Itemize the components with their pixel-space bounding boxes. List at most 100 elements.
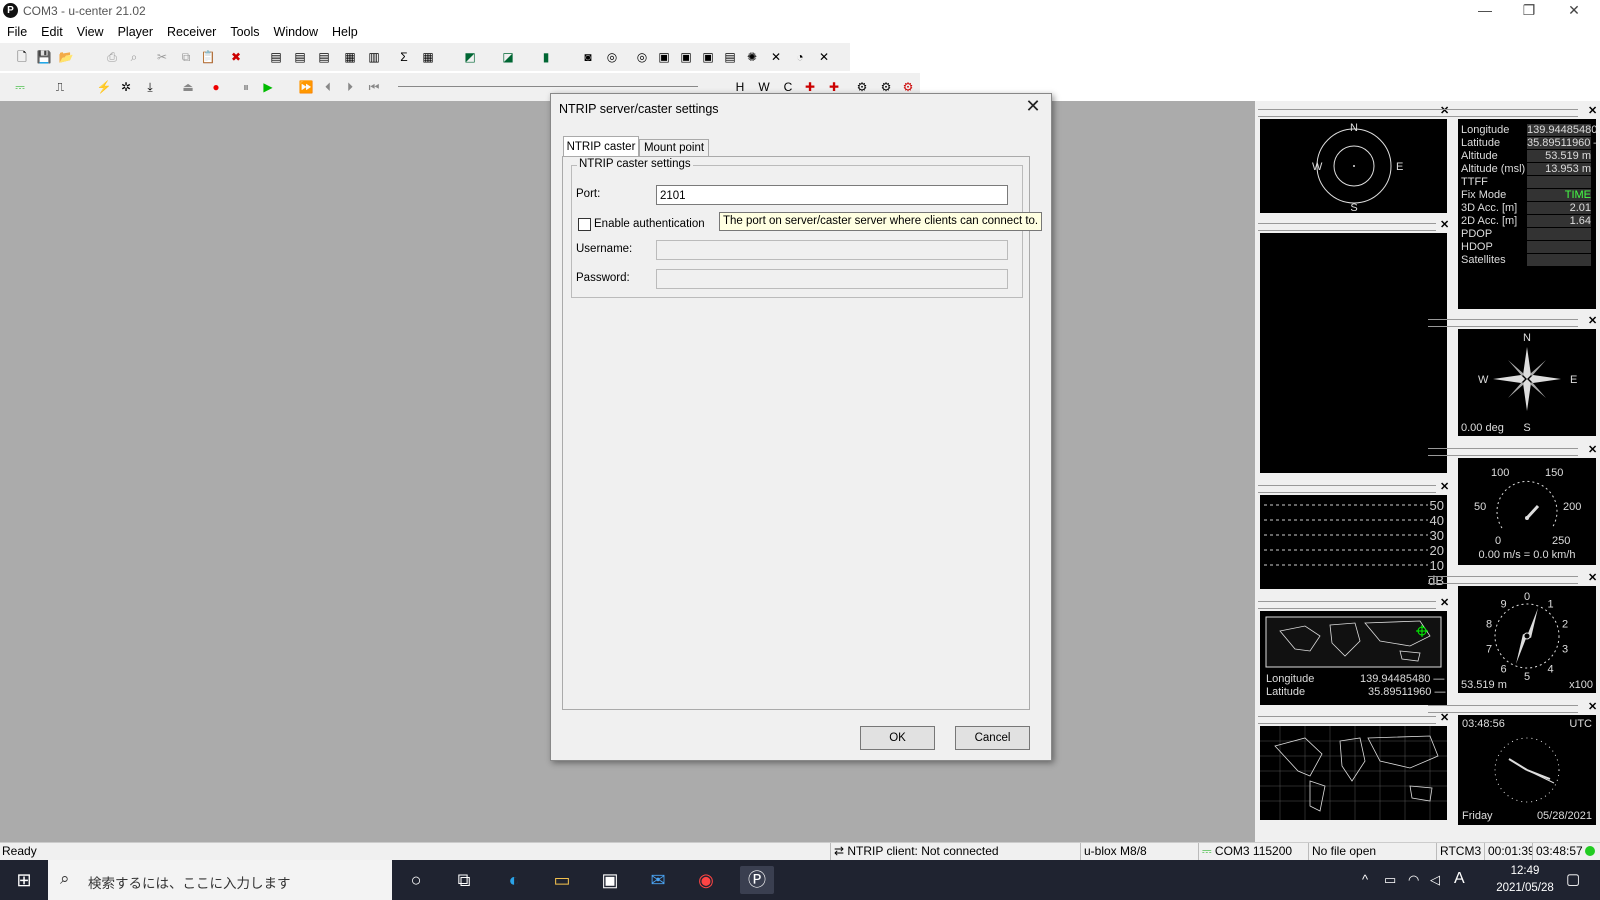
volume-icon[interactable]: ◁ [1430, 872, 1440, 888]
port-input[interactable]: 2101 [656, 185, 1008, 205]
wand-icon[interactable]: ⚡ [96, 79, 112, 95]
record-icon[interactable]: ● [208, 79, 224, 95]
paste-icon[interactable]: 📋 [200, 49, 216, 65]
menu-receiver[interactable]: Receiver [160, 22, 223, 42]
step-forward-icon[interactable]: ⏵ [342, 79, 358, 95]
playback-slider[interactable] [398, 86, 698, 87]
view8-icon[interactable]: ✺ [744, 49, 760, 65]
panel-icon[interactable]: ▦ [342, 49, 358, 65]
chart2-icon[interactable]: ◪ [500, 49, 516, 65]
password-input[interactable] [656, 269, 1008, 289]
tab-ntrip-caster[interactable]: NTRIP caster [563, 136, 639, 157]
battery-icon[interactable]: ▭ [1384, 872, 1396, 888]
ime-indicator[interactable]: A [1454, 870, 1465, 888]
baud-icon[interactable]: ⎍ [52, 79, 68, 95]
close-window-button[interactable]: ✕ [1552, 0, 1596, 22]
view-grip[interactable] [1258, 485, 1436, 493]
task-view-icon[interactable]: ⧉ [450, 866, 478, 894]
table-icon[interactable]: ▦ [420, 49, 436, 65]
menu-view[interactable]: View [70, 22, 111, 42]
view-grip[interactable] [1258, 716, 1436, 724]
edge-icon[interactable]: ◐ [500, 866, 528, 894]
view6-icon[interactable]: ▣ [700, 49, 716, 65]
taskbar-search-box[interactable]: ⌕ 検索するには、ここに入力します [48, 860, 392, 900]
play-icon[interactable]: ▶ [260, 79, 276, 95]
view-grip[interactable] [1428, 705, 1578, 713]
view3-icon[interactable]: ◎ [634, 49, 650, 65]
connect-icon[interactable]: ⎓ [12, 79, 28, 95]
download-icon[interactable]: ⤓ [142, 79, 158, 95]
cancel-button[interactable]: Cancel [955, 726, 1030, 750]
clear-icon[interactable]: ✖ [228, 49, 244, 65]
menu-player[interactable]: Player [111, 22, 160, 42]
taskbar-date[interactable]: 2021/05/28 [1482, 882, 1568, 894]
u-center-taskbar-icon[interactable]: Ⓟ [740, 866, 774, 894]
histogram-icon[interactable]: ▮ [538, 49, 554, 65]
view-grip[interactable] [1428, 576, 1578, 584]
mail-icon[interactable]: ✉ [644, 866, 672, 894]
panel2-icon[interactable]: ▥ [366, 49, 382, 65]
open-icon[interactable]: 📂 [58, 49, 74, 65]
doc2-icon[interactable]: ▤ [292, 49, 308, 65]
chrome-icon[interactable]: ◉ [692, 866, 720, 894]
doc-icon[interactable]: ▤ [268, 49, 284, 65]
print-icon[interactable]: ⎙ [104, 49, 120, 65]
tab-mount-point[interactable]: Mount point [639, 139, 709, 157]
close-view-icon[interactable]: ✕ [1588, 571, 1597, 584]
minimize-button[interactable]: — [1463, 0, 1507, 22]
close-view-icon[interactable]: ✕ [1588, 700, 1597, 713]
menu-file[interactable]: File [0, 22, 34, 42]
close-view-icon[interactable]: ✕ [1440, 218, 1449, 231]
fast-forward-icon[interactable]: ⏩ [298, 79, 314, 95]
step-back-icon[interactable]: ⏴ [320, 79, 336, 95]
view7-icon[interactable]: ▤ [722, 49, 738, 65]
menu-edit[interactable]: Edit [34, 22, 70, 42]
view-grip[interactable] [1258, 223, 1436, 231]
username-input[interactable] [656, 240, 1008, 260]
rewind-icon[interactable]: ⏮ [366, 79, 382, 95]
view-grip[interactable] [1428, 109, 1578, 117]
file-explorer-icon[interactable]: ▭ [548, 866, 576, 894]
new-file-icon[interactable]: 🗋 [14, 49, 30, 65]
close-view-icon[interactable]: ✕ [1588, 104, 1597, 117]
eject-icon[interactable]: ⏏ [180, 79, 196, 95]
menu-window[interactable]: Window [267, 22, 325, 42]
view1-icon[interactable]: ◙ [580, 49, 596, 65]
menu-help[interactable]: Help [325, 22, 365, 42]
view2-icon[interactable]: ◎ [604, 49, 620, 65]
enable-auth-checkbox[interactable] [578, 218, 591, 231]
doc3-icon[interactable]: ▤ [316, 49, 332, 65]
chart-icon[interactable]: ◩ [462, 49, 478, 65]
close-view-icon[interactable]: ✕ [1440, 480, 1449, 493]
view-grip[interactable] [1428, 319, 1578, 327]
view-grip[interactable] [1258, 109, 1436, 117]
sum-icon[interactable]: Σ [396, 49, 412, 65]
pause-icon[interactable]: ⏸ [238, 79, 254, 95]
start-icon[interactable]: ⊞ [10, 866, 38, 894]
close-view-icon[interactable]: ✕ [1440, 596, 1449, 609]
view5-icon[interactable]: ▣ [678, 49, 694, 65]
notification-icon[interactable]: ▢ [1566, 870, 1580, 888]
cortana-icon[interactable]: ○ [402, 866, 430, 894]
ok-button[interactable]: OK [860, 726, 935, 750]
view-grip[interactable] [1428, 448, 1578, 456]
store-icon[interactable]: ▣ [596, 866, 624, 894]
restore-button[interactable]: ❐ [1507, 0, 1551, 22]
dialog-close-icon[interactable]: ✕ [1021, 96, 1045, 117]
network-icon[interactable]: ◠ [1408, 872, 1419, 888]
view9-icon[interactable]: ✕ [768, 49, 784, 65]
save-icon[interactable]: 💾 [36, 49, 52, 65]
debug-icon[interactable]: ✲ [118, 79, 134, 95]
print-preview-icon[interactable]: ⌕ [126, 49, 142, 65]
view-grip[interactable] [1258, 601, 1436, 609]
close-view-icon[interactable]: ✕ [1588, 314, 1597, 327]
close-view-icon[interactable]: ✕ [1588, 443, 1597, 456]
tray-chevron-icon[interactable]: ^ [1362, 872, 1368, 887]
cut-icon[interactable]: ✂ [154, 49, 170, 65]
taskbar-time[interactable]: 12:49 [1492, 865, 1558, 877]
copy-icon[interactable]: ⧉ [178, 49, 194, 65]
view11-icon[interactable]: ✕ [816, 49, 832, 65]
view10-icon[interactable]: ◔ [792, 49, 808, 65]
menu-tools[interactable]: Tools [223, 22, 266, 42]
view4-icon[interactable]: ▣ [656, 49, 672, 65]
